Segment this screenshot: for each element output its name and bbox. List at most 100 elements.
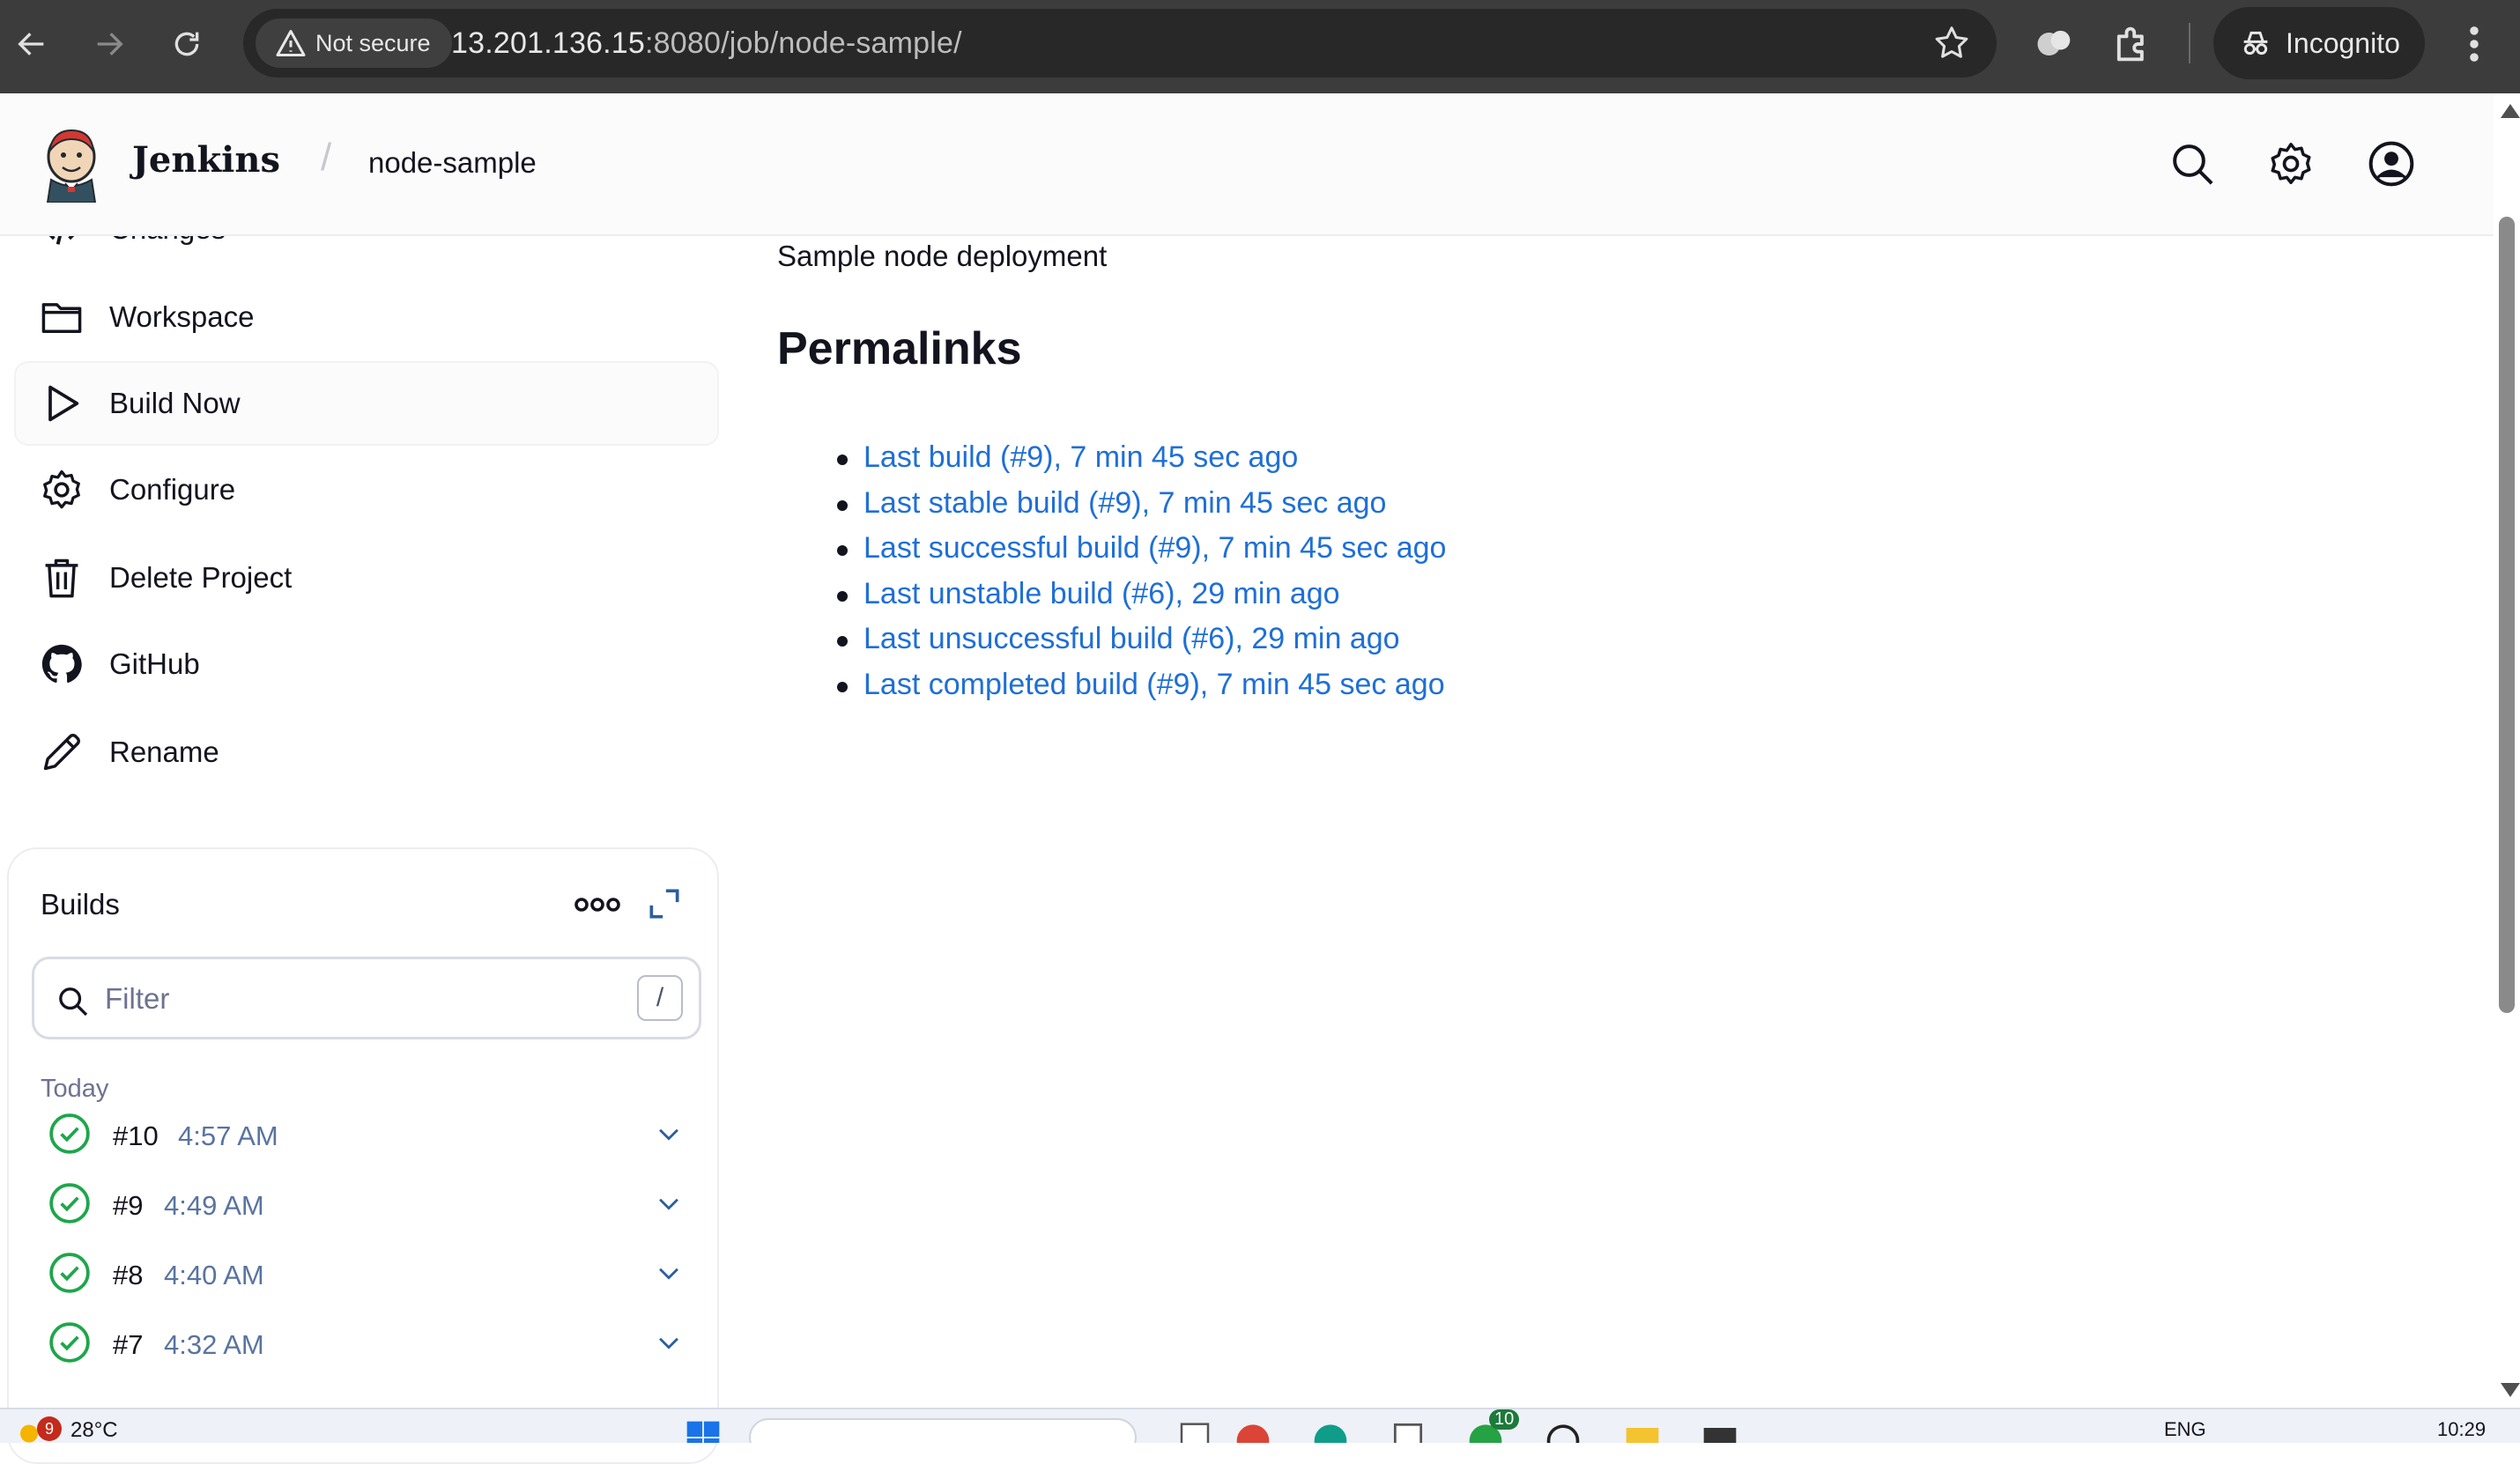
browser-menu-icon[interactable] bbox=[2458, 21, 2490, 67]
sidebar-item-configure[interactable]: Configure bbox=[16, 449, 717, 530]
sidebar-item-build-now[interactable]: Build Now bbox=[16, 363, 717, 444]
list-item: Last completed build (#9), 7 min 45 sec … bbox=[836, 662, 1446, 708]
sidebar-item-label: Delete Project bbox=[109, 561, 293, 594]
terminal-app-icon[interactable] bbox=[1699, 1418, 1741, 1443]
chevron-down-icon[interactable] bbox=[654, 1258, 684, 1288]
temperature[interactable]: 28°C bbox=[70, 1418, 118, 1443]
build-group-label: Today bbox=[41, 1075, 109, 1103]
list-item: Last unstable build (#6), 29 min ago bbox=[836, 572, 1446, 617]
incognito-icon bbox=[2243, 31, 2268, 55]
user-account-button[interactable] bbox=[2367, 139, 2416, 189]
scroll-down-arrow-icon[interactable] bbox=[2501, 1383, 2520, 1397]
page-scrollbar[interactable] bbox=[2494, 93, 2520, 1408]
chevron-down-icon[interactable] bbox=[654, 1119, 684, 1149]
build-time: 4:57 AM bbox=[178, 1120, 278, 1151]
clock[interactable]: 10:29 bbox=[2437, 1418, 2486, 1441]
bookmark-star-icon[interactable] bbox=[1931, 23, 1972, 63]
browser-toolbar: Not secure 13.201.136.15:8080/job/node-s… bbox=[0, 0, 2520, 93]
sidebar-item-label: Configure bbox=[109, 473, 236, 506]
search-button[interactable] bbox=[2168, 139, 2217, 189]
chatgpt-app-icon[interactable] bbox=[1544, 1418, 1582, 1443]
success-check-icon bbox=[49, 1253, 90, 1293]
more-options-icon[interactable] bbox=[573, 891, 622, 918]
permalink-last-completed-build[interactable]: Last completed build (#9), 7 min 45 sec … bbox=[863, 668, 1445, 701]
permalink-last-stable-build[interactable]: Last stable build (#9), 7 min 45 sec ago bbox=[863, 486, 1386, 520]
github-icon bbox=[39, 641, 85, 687]
scrollbar-thumb[interactable] bbox=[2499, 217, 2515, 1013]
build-row[interactable]: #9 4:49 AM bbox=[26, 1174, 705, 1236]
sidebar-item-label: Build Now bbox=[109, 387, 241, 419]
project-description: Sample node deployment bbox=[777, 240, 1108, 272]
incognito-indicator[interactable]: Incognito bbox=[2213, 7, 2425, 79]
pencil-icon bbox=[39, 729, 85, 775]
build-row[interactable]: #7 4:32 AM bbox=[26, 1313, 705, 1375]
app-badge: 10 bbox=[1489, 1409, 1520, 1430]
jenkins-logo[interactable] bbox=[39, 125, 104, 203]
build-row[interactable]: #10 4:57 AM bbox=[26, 1105, 705, 1166]
windows-start-icon[interactable] bbox=[684, 1418, 723, 1443]
build-time: 4:49 AM bbox=[164, 1190, 264, 1221]
permalink-last-successful-build[interactable]: Last successful build (#9), 7 min 45 sec… bbox=[863, 531, 1446, 565]
permalink-last-unstable-build[interactable]: Last unstable build (#6), 29 min ago bbox=[863, 577, 1340, 610]
list-item: Last stable build (#9), 7 min 45 sec ago bbox=[836, 481, 1446, 527]
expand-icon[interactable] bbox=[645, 884, 684, 923]
notepad-app-icon[interactable] bbox=[1389, 1418, 1427, 1443]
edge-app-icon[interactable] bbox=[1311, 1418, 1350, 1443]
forward-button[interactable] bbox=[85, 19, 134, 69]
url-text[interactable]: 13.201.136.15:8080/job/node-sample/ bbox=[451, 26, 962, 61]
chevron-down-icon[interactable] bbox=[654, 1188, 684, 1218]
url-path: :8080/job/node-sample/ bbox=[645, 26, 962, 60]
sidebar-item-github[interactable]: GitHub bbox=[16, 624, 717, 705]
permalink-last-unsuccessful-build[interactable]: Last unsuccessful build (#6), 29 min ago bbox=[863, 622, 1400, 655]
manage-jenkins-button[interactable] bbox=[2266, 139, 2316, 189]
sidebar-item-label: Rename bbox=[109, 736, 219, 768]
sidebar-item-label: Workspace bbox=[109, 300, 255, 333]
weather-badge: 9 bbox=[37, 1416, 62, 1441]
filter-input[interactable] bbox=[105, 973, 598, 1024]
file-app-icon[interactable] bbox=[1177, 1418, 1212, 1443]
permalink-last-build[interactable]: Last build (#9), 7 min 45 sec ago bbox=[863, 440, 1298, 474]
brand-title[interactable]: Jenkins bbox=[132, 139, 280, 181]
back-button[interactable] bbox=[7, 19, 56, 69]
jenkins-header: Jenkins / node-sample bbox=[0, 93, 2494, 236]
language-indicator[interactable]: ENG bbox=[2164, 1418, 2206, 1441]
builds-filter[interactable]: / bbox=[32, 957, 701, 1039]
success-check-icon bbox=[49, 1322, 90, 1363]
incognito-label: Incognito bbox=[2286, 26, 2400, 59]
gear-icon bbox=[39, 467, 85, 513]
keyboard-shortcut-hint: / bbox=[637, 975, 683, 1021]
taskbar-search-box[interactable] bbox=[749, 1418, 1137, 1443]
address-bar[interactable]: Not secure 13.201.136.15:8080/job/node-s… bbox=[243, 9, 1997, 78]
list-item: Last successful build (#9), 7 min 45 sec… bbox=[836, 526, 1446, 572]
file-explorer-icon[interactable] bbox=[1621, 1418, 1664, 1443]
list-item: Last unsuccessful build (#6), 29 min ago bbox=[836, 617, 1446, 662]
chrome-app-icon[interactable] bbox=[1225, 1418, 1281, 1443]
security-chip[interactable]: Not secure bbox=[256, 18, 452, 68]
profile-blob-icon[interactable] bbox=[2032, 21, 2078, 67]
builds-title: Builds bbox=[41, 888, 120, 921]
security-label: Not secure bbox=[315, 29, 431, 56]
build-number[interactable]: #8 bbox=[113, 1260, 143, 1291]
build-row[interactable]: #8 4:40 AM bbox=[26, 1244, 705, 1305]
build-number[interactable]: #7 bbox=[113, 1329, 143, 1361]
builds-panel: Builds / Today #10 4:57 AM #9 4:49 AM #8… bbox=[7, 847, 719, 1464]
reload-button[interactable] bbox=[162, 19, 211, 69]
chevron-down-icon[interactable] bbox=[654, 1327, 684, 1357]
scroll-up-arrow-icon[interactable] bbox=[2501, 104, 2520, 118]
arrow-right-icon bbox=[97, 33, 123, 55]
user-avatar-icon bbox=[2368, 141, 2414, 187]
extensions-icon[interactable] bbox=[2109, 21, 2155, 67]
folder-icon bbox=[39, 294, 85, 340]
build-number[interactable]: #10 bbox=[113, 1120, 159, 1152]
sidebar-item-rename[interactable]: Rename bbox=[16, 712, 717, 793]
build-number[interactable]: #9 bbox=[113, 1190, 143, 1222]
search-icon bbox=[2173, 144, 2213, 185]
trash-icon bbox=[39, 555, 85, 601]
build-time: 4:40 AM bbox=[164, 1260, 264, 1290]
warning-icon bbox=[276, 30, 306, 56]
sidebar-item-delete-project[interactable]: Delete Project bbox=[16, 537, 717, 618]
sidebar-item-workspace[interactable]: Workspace bbox=[16, 277, 717, 358]
list-item: Last build (#9), 7 min 45 sec ago bbox=[836, 435, 1446, 481]
success-check-icon bbox=[49, 1183, 90, 1224]
breadcrumb-job[interactable]: node-sample bbox=[368, 146, 537, 180]
